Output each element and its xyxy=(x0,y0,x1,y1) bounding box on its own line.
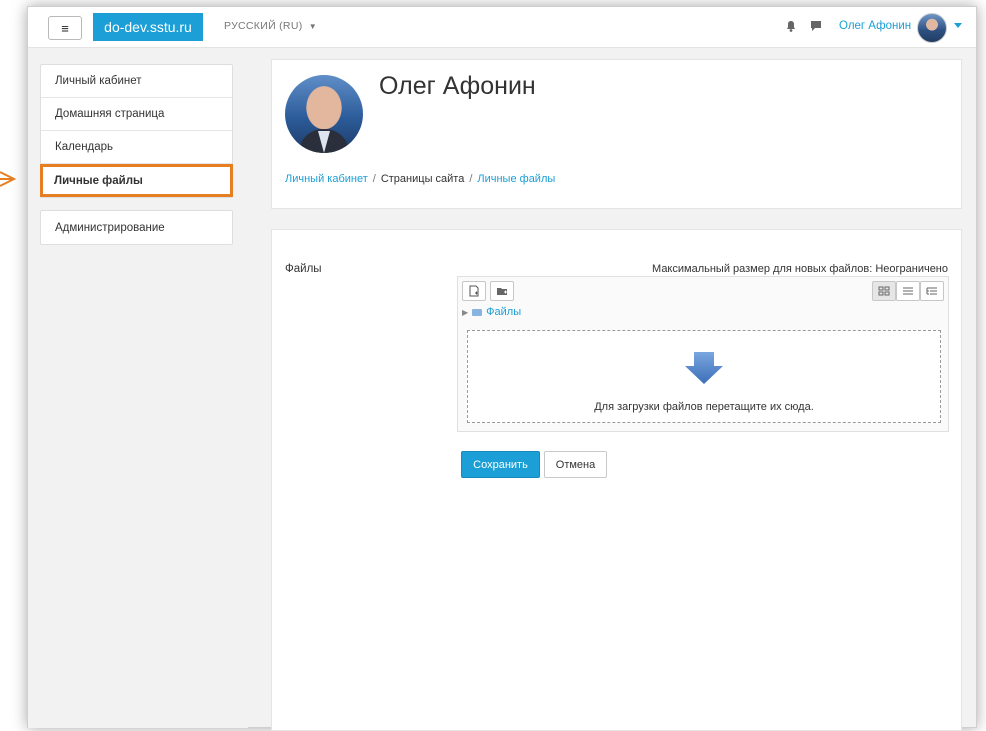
view-icons-button[interactable] xyxy=(872,281,896,301)
folder-icon xyxy=(472,308,483,316)
bell-icon[interactable] xyxy=(784,19,798,33)
download-arrow-icon xyxy=(685,352,723,384)
top-navbar: ≡ do-dev.sstu.ru РУССКИЙ (RU) ▼ Олег Афо… xyxy=(28,7,976,48)
language-selector[interactable]: РУССКИЙ (RU) ▼ xyxy=(224,20,317,32)
breadcrumb-separator: / xyxy=(372,173,376,185)
file-manager-path[interactable]: ▶ Файлы xyxy=(462,306,521,318)
files-form-card: Файлы Максимальный размер для новых файл… xyxy=(271,229,962,731)
nav-item-label: Личный кабинет xyxy=(55,75,142,87)
file-manager: ▶ Файлы Для загрузки файлов перетащите и… xyxy=(457,276,949,432)
nav-item-calendar[interactable]: Календарь xyxy=(41,131,232,164)
profile-avatar xyxy=(285,75,363,153)
nav-item-home[interactable]: Домашняя страница xyxy=(41,98,232,131)
nav-item-administration[interactable]: Администрирование xyxy=(41,211,232,244)
files-field-label: Файлы xyxy=(285,263,322,275)
add-file-icon xyxy=(469,285,479,297)
user-menu-name[interactable]: Олег Афонин xyxy=(839,20,911,32)
view-tree-button[interactable] xyxy=(920,281,944,301)
breadcrumb-dashboard[interactable]: Личный кабинет xyxy=(285,173,368,185)
nav-item-private-files[interactable]: Личные файлы xyxy=(40,164,233,197)
file-drop-zone[interactable]: Для загрузки файлов перетащите их сюда. xyxy=(467,330,941,423)
chat-icon[interactable] xyxy=(809,19,823,33)
annotation-arrow-icon xyxy=(0,171,17,187)
nav-item-label: Домашняя страница xyxy=(55,108,165,120)
user-avatar[interactable] xyxy=(917,13,947,43)
nav-item-label: Личные файлы xyxy=(54,174,143,187)
breadcrumb: Личный кабинет / Страницы сайта / Личные фай… xyxy=(285,173,555,185)
language-label: РУССКИЙ (RU) xyxy=(224,20,303,32)
nav-item-dashboard[interactable]: Личный кабинет xyxy=(41,65,232,98)
breadcrumb-site-pages: Страницы сайта xyxy=(380,173,465,185)
cancel-button[interactable]: Отмена xyxy=(544,451,607,478)
user-menu-caret-icon[interactable] xyxy=(954,23,962,28)
breadcrumb-separator: / xyxy=(469,173,473,185)
nav-item-label: Администрирование xyxy=(55,221,165,234)
nav-menu: Личный кабинет Домашняя страница Календа… xyxy=(40,64,233,198)
list-icon xyxy=(903,287,913,295)
admin-menu: Администрирование xyxy=(40,210,233,245)
path-folder-label: Файлы xyxy=(486,306,522,318)
tree-icon xyxy=(926,287,937,295)
drop-hint: Для загрузки файлов перетащите их сюда. xyxy=(594,401,814,413)
hamburger-icon: ≡ xyxy=(61,20,69,36)
file-manager-toolbar xyxy=(458,277,948,303)
site-brand[interactable]: do-dev.sstu.ru xyxy=(93,13,203,41)
nav-item-label: Календарь xyxy=(55,141,114,153)
nav-drawer: Личный кабинет Домашняя страница Календа… xyxy=(28,48,248,728)
page-header-card: Олег Афонин Личный кабинет / Страницы сайт… xyxy=(271,59,962,209)
caret-down-icon: ▼ xyxy=(308,22,317,31)
menu-toggle-button[interactable]: ≡ xyxy=(48,16,82,40)
max-size-info: Максимальный размер для новых файлов: Не… xyxy=(652,263,948,275)
breadcrumb-private-files[interactable]: Личные файлы xyxy=(477,173,555,185)
browser-frame: ≡ do-dev.sstu.ru РУССКИЙ (RU) ▼ Олег Афо… xyxy=(27,6,977,731)
save-button[interactable]: Сохранить xyxy=(461,451,540,478)
view-list-button[interactable] xyxy=(896,281,920,301)
create-folder-button[interactable] xyxy=(490,281,514,301)
add-file-button[interactable] xyxy=(462,281,486,301)
page-title: Олег Афонин xyxy=(379,72,536,100)
expand-triangle-icon: ▶ xyxy=(462,307,469,317)
grid-icon xyxy=(878,286,890,296)
folder-plus-icon xyxy=(497,288,507,295)
